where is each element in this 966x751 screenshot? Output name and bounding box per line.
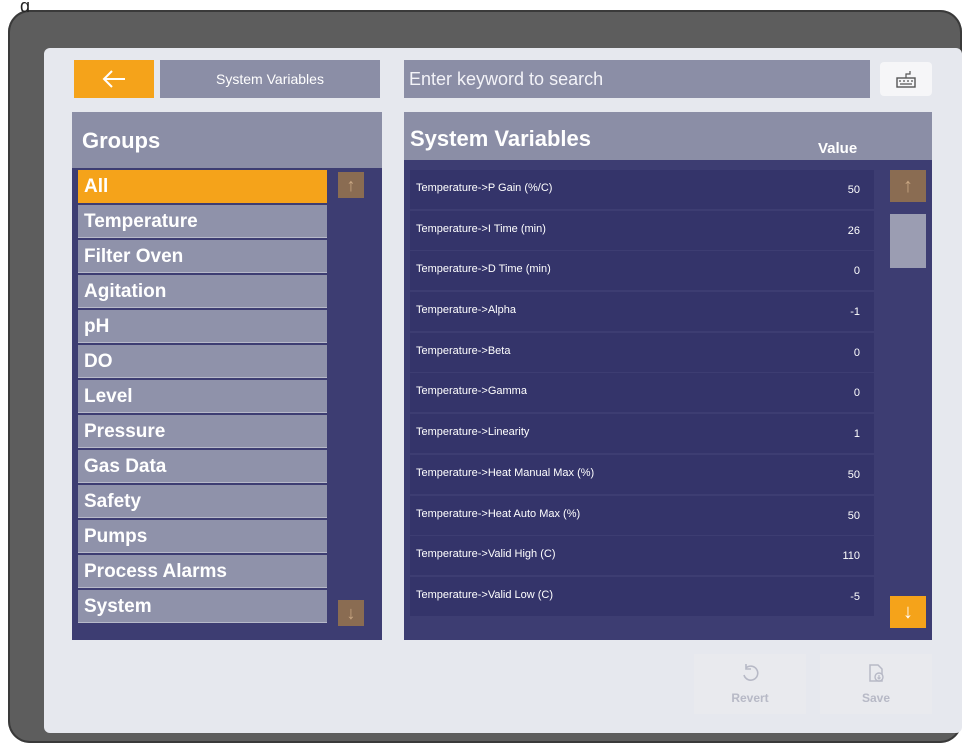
groups-header: Groups bbox=[72, 112, 382, 168]
variable-name: Temperature->Beta bbox=[416, 344, 511, 357]
variable-name: Temperature->Valid Low (C) bbox=[416, 588, 554, 601]
variable-row[interactable]: Temperature->Heat Auto Max (%) 50 bbox=[410, 495, 874, 535]
search-input[interactable]: Enter keyword to search bbox=[404, 60, 870, 98]
save-button[interactable]: Save bbox=[820, 654, 932, 714]
group-item-do[interactable]: DO bbox=[78, 345, 327, 378]
variables-panel: System Variables Value Temperature->P Ga… bbox=[404, 112, 932, 640]
variable-row[interactable]: Temperature->P Gain (%/C) 50 bbox=[410, 170, 874, 209]
groups-scroll-up-button[interactable]: ↑ bbox=[338, 172, 364, 198]
group-item-agitation[interactable]: Agitation bbox=[78, 275, 327, 308]
variable-value: 0 bbox=[853, 265, 860, 278]
bezel-caption: g bbox=[20, 0, 31, 12]
save-file-icon bbox=[869, 664, 884, 682]
variable-name: Temperature->Alpha bbox=[416, 304, 516, 317]
arrow-down-icon: ↓ bbox=[903, 600, 913, 623]
variable-value: 0 bbox=[853, 346, 860, 359]
variable-name: Temperature->P Gain (%/C) bbox=[416, 182, 553, 194]
page-title-tab: System Variables bbox=[160, 60, 380, 98]
group-item-ph[interactable]: pH bbox=[78, 310, 327, 343]
group-item-level[interactable]: Level bbox=[78, 380, 327, 413]
top-bar: System Variables Enter keyword to search bbox=[44, 48, 962, 112]
groups-title: Groups bbox=[82, 128, 161, 153]
variable-row[interactable]: Temperature->I Time (min) 26 bbox=[410, 210, 874, 250]
variable-name: Temperature->I Time (min) bbox=[416, 222, 546, 235]
variables-scroll-up-button[interactable]: ↑ bbox=[890, 170, 926, 202]
variable-name: Temperature->Valid High (C) bbox=[416, 548, 556, 561]
group-item-temperature[interactable]: Temperature bbox=[78, 205, 327, 238]
variables-list: Temperature->P Gain (%/C) 50 Temperature-… bbox=[410, 170, 874, 618]
group-item-system[interactable]: System bbox=[78, 590, 327, 623]
variable-value: 1 bbox=[853, 428, 860, 441]
arrow-up-icon: ↑ bbox=[346, 174, 356, 195]
scrollbar-thumb[interactable] bbox=[890, 214, 926, 268]
groups-list: All Temperature Filter Oven Agitation pH… bbox=[78, 170, 327, 625]
variables-title: System Variables bbox=[410, 126, 592, 151]
group-item-pressure[interactable]: Pressure bbox=[78, 415, 327, 448]
app-screen: System Variables Enter keyword to search… bbox=[44, 48, 962, 733]
save-label: Save bbox=[861, 691, 891, 705]
variable-row[interactable]: Temperature->Gamma 0 bbox=[410, 373, 874, 413]
variables-header: System Variables Value bbox=[404, 112, 932, 160]
variable-name: Temperature->Gamma bbox=[416, 385, 527, 398]
variable-value: 26 bbox=[847, 224, 860, 237]
group-item-gas-data[interactable]: Gas Data bbox=[78, 450, 327, 483]
arrow-up-icon: ↑ bbox=[903, 174, 913, 197]
group-item-all[interactable]: All bbox=[78, 170, 327, 203]
keyboard-button[interactable] bbox=[880, 62, 932, 96]
variable-row[interactable]: Temperature->Alpha -1 bbox=[410, 292, 874, 332]
variable-name: Temperature->Linearity bbox=[416, 426, 530, 439]
arrow-left-icon bbox=[102, 70, 125, 88]
group-item-filter-oven[interactable]: Filter Oven bbox=[78, 240, 327, 273]
variable-row[interactable]: Temperature->Beta 0 bbox=[410, 332, 874, 372]
device-frame: System Variables Enter keyword to search… bbox=[8, 10, 962, 743]
group-item-safety[interactable]: Safety bbox=[78, 485, 327, 518]
variable-row[interactable]: Temperature->Linearity 1 bbox=[410, 414, 874, 454]
variable-value: 50 bbox=[847, 509, 860, 522]
variable-value: 0 bbox=[853, 387, 860, 400]
group-item-process-alarms[interactable]: Process Alarms bbox=[78, 555, 327, 588]
groups-scroll-down-button[interactable]: ↓ bbox=[338, 600, 364, 626]
value-column-header: Value bbox=[818, 140, 858, 157]
variable-row[interactable]: Temperature->D Time (min) 0 bbox=[410, 251, 874, 291]
arrow-down-icon: ↓ bbox=[346, 602, 356, 623]
variable-row[interactable]: Temperature->Valid Low (C) -5 bbox=[410, 576, 874, 616]
revert-label: Revert bbox=[731, 691, 769, 705]
variable-value: -5 bbox=[850, 590, 860, 603]
variables-scroll-down-button[interactable]: ↓ bbox=[890, 596, 926, 628]
variable-value: 110 bbox=[842, 550, 860, 563]
variable-value: 50 bbox=[847, 184, 860, 196]
variable-name: Temperature->D Time (min) bbox=[416, 263, 551, 276]
keyboard-icon bbox=[896, 71, 916, 88]
revert-button[interactable]: Revert bbox=[694, 654, 806, 714]
variable-name: Temperature->Heat Manual Max (%) bbox=[416, 466, 595, 479]
group-item-pumps[interactable]: Pumps bbox=[78, 520, 327, 553]
back-button[interactable] bbox=[74, 60, 154, 98]
variable-row[interactable]: Temperature->Valid High (C) 110 bbox=[410, 536, 874, 576]
variable-value: -1 bbox=[850, 306, 860, 319]
variable-value: 50 bbox=[847, 468, 860, 481]
undo-icon bbox=[743, 664, 759, 681]
variable-name: Temperature->Heat Auto Max (%) bbox=[416, 507, 581, 520]
groups-panel: Groups All Temperature Filter Oven Agita… bbox=[72, 112, 382, 640]
variable-row[interactable]: Temperature->Heat Manual Max (%) 50 bbox=[410, 454, 874, 494]
